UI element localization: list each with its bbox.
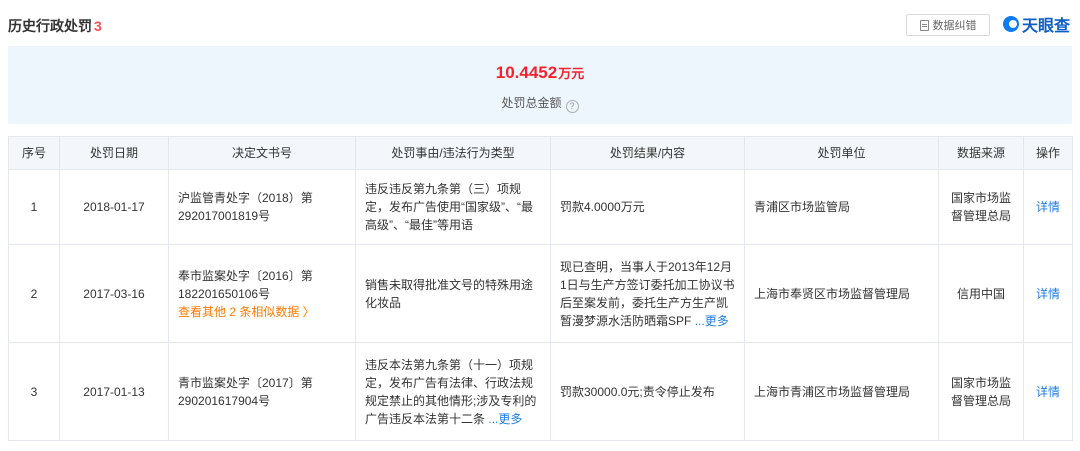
logo-mark-icon [1003, 16, 1019, 32]
row-index: 3 [8, 342, 60, 441]
table-row: 2 2017-03-16 奉市监案处字〔2016〕第182201650106号 … [8, 244, 1073, 343]
row-index: 2 [8, 244, 60, 343]
row-doc-no: 青市监案处字〔2017〕第290201617904号 [168, 342, 356, 441]
total-amount: 10.4452万元 [8, 63, 1072, 83]
total-amount-label: 处罚总金额? [8, 94, 1072, 113]
row-date: 2017-01-13 [59, 342, 169, 441]
col-header-index: 序号 [8, 136, 60, 170]
more-link[interactable]: ...更多 [695, 314, 729, 328]
similar-data-link[interactable]: 查看其他 2 条相似数据 〉 [178, 303, 346, 321]
row-reason-cell: 违反本法第九条第（十一）项规定，发布广告有法律、行政法规规定禁止的其他情形;涉及… [355, 342, 551, 441]
table-row: 1 2018-01-17 沪监管青处字（2018）第292017001819号 … [8, 169, 1073, 245]
data-correction-button[interactable]: 数据纠错 [906, 14, 990, 36]
col-header-action: 操作 [1023, 136, 1073, 170]
total-amount-value: 10.4452 [495, 63, 558, 82]
row-result: 罚款4.0000万元 [550, 169, 745, 245]
row-date: 2017-03-16 [59, 244, 169, 343]
col-header-source: 数据来源 [938, 136, 1024, 170]
penalty-summary: 10.4452万元 处罚总金额? [8, 46, 1072, 124]
row-detail-cell: 详情 [1023, 169, 1073, 245]
row-result-cell: 现已查明，当事人于2013年12月1日与生产方签订委托加工协议书后至案发前，委托… [550, 244, 745, 343]
penalty-table: 序号 处罚日期 决定文书号 处罚事由/违法行为类型 处罚结果/内容 处罚单位 数… [8, 136, 1073, 441]
brand-logo: 天眼查 [1003, 12, 1070, 36]
more-link[interactable]: ...更多 [488, 412, 522, 426]
row-doc-no: 奉市监案处字〔2016〕第182201650106号 [178, 268, 313, 301]
col-header-result: 处罚结果/内容 [550, 136, 745, 170]
row-doc-no: 沪监管青处字（2018）第292017001819号 [168, 169, 356, 245]
detail-link[interactable]: 详情 [1036, 200, 1060, 214]
row-detail-cell: 详情 [1023, 244, 1073, 343]
total-amount-label-text: 处罚总金额 [501, 96, 562, 110]
table-row: 3 2017-01-13 青市监案处字〔2017〕第290201617904号 … [8, 342, 1073, 441]
row-unit: 青浦区市场监管局 [744, 169, 939, 245]
section-header: 历史行政处罚 3 数据纠错 天眼查 [0, 0, 1080, 46]
help-icon[interactable]: ? [565, 100, 579, 113]
data-correction-label: 数据纠错 [932, 20, 977, 32]
row-date: 2018-01-17 [59, 169, 169, 245]
section-title-text: 历史行政处罚 [8, 18, 92, 34]
detail-link[interactable]: 详情 [1036, 287, 1060, 301]
row-result: 罚款30000.0元;责令停止发布 [550, 342, 745, 441]
detail-link[interactable]: 详情 [1036, 385, 1060, 399]
row-unit: 上海市青浦区市场监督管理局 [744, 342, 939, 441]
logo-text: 天眼查 [1022, 18, 1071, 35]
table-header-row: 序号 处罚日期 决定文书号 处罚事由/违法行为类型 处罚结果/内容 处罚单位 数… [8, 136, 1073, 170]
col-header-date: 处罚日期 [59, 136, 169, 170]
row-source: 国家市场监督管理总局 [938, 342, 1024, 441]
section-title: 历史行政处罚 3 [8, 16, 102, 36]
row-detail-cell: 详情 [1023, 342, 1073, 441]
col-header-doc-no: 决定文书号 [168, 136, 356, 170]
total-amount-unit: 万元 [558, 66, 585, 81]
col-header-unit: 处罚单位 [744, 136, 939, 170]
row-doc-no-cell: 奉市监案处字〔2016〕第182201650106号 查看其他 2 条相似数据 … [168, 244, 356, 343]
document-icon [919, 19, 929, 31]
row-source: 国家市场监督管理总局 [938, 169, 1024, 245]
col-header-reason: 处罚事由/违法行为类型 [355, 136, 551, 170]
record-count: 3 [94, 18, 102, 34]
row-reason: 销售未取得批准文号的特殊用途化妆品 [355, 244, 551, 343]
row-reason: 违反违反第九条第（三）项规定，发布广告使用“国家级”、“最高级”、“最佳”等用语 [355, 169, 551, 245]
row-source: 信用中国 [938, 244, 1024, 343]
row-index: 1 [8, 169, 60, 245]
row-unit: 上海市奉贤区市场监督管理局 [744, 244, 939, 343]
